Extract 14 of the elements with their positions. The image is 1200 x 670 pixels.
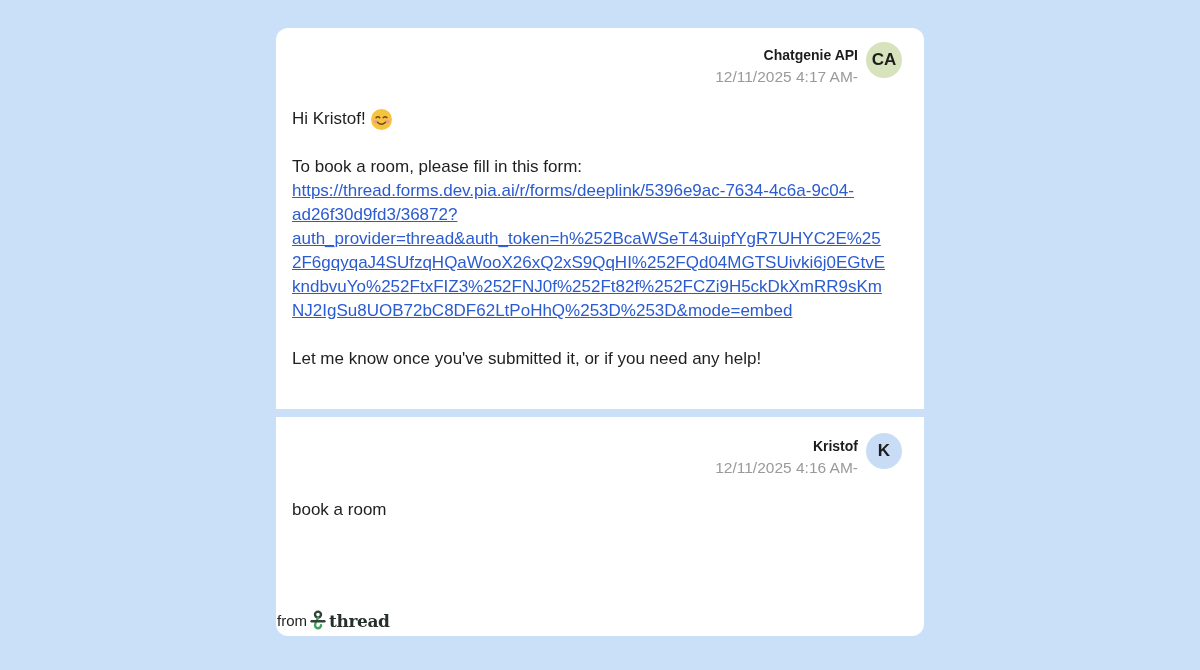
sender-name: Kristof: [812, 437, 858, 455]
avatar: K: [866, 433, 902, 469]
form-link[interactable]: https://thread.forms.dev.pia.ai/r/forms/deeplink/5396e9ac-7634-4c6a-9c04-ad26f30d9fd3/36872?auth_provider=thread&auth_token=h%252BcaWSeT43uipfYgR7UHYC2E%252F6gqyqaJ4SUfzqHQaWooX26xQ2xS9QqHI%252FQd04MGTSUivki6j0EGtvEkndbvuYo%252FtxFIZ3%252FNJ0f%252Ft82f%252FCZi9H5ckDkXmRR9sKmNJ2IgSu8UOB72bC8DF62LtPoHhQ%253D%253D&mode=embed: [292, 179, 888, 323]
timestamp: 12/11/2025 4:17 AM-: [715, 68, 858, 86]
footer-text: from: [277, 611, 307, 631]
sender-name: Chatgenie API: [763, 46, 858, 64]
timestamp: 12/11/2025 4:16 AM-: [715, 459, 858, 477]
logo-icon: [310, 610, 326, 632]
avatar: CA: [866, 42, 902, 78]
message-text: Let me know once you've submitted it, or if you need any help!: [292, 348, 762, 370]
brand-name: thread: [329, 611, 390, 631]
message-text: book a room: [292, 499, 387, 521]
message-text: To book a room, please fill in this form:: [292, 156, 583, 178]
message-text: Hi Kristof!: [292, 108, 366, 130]
